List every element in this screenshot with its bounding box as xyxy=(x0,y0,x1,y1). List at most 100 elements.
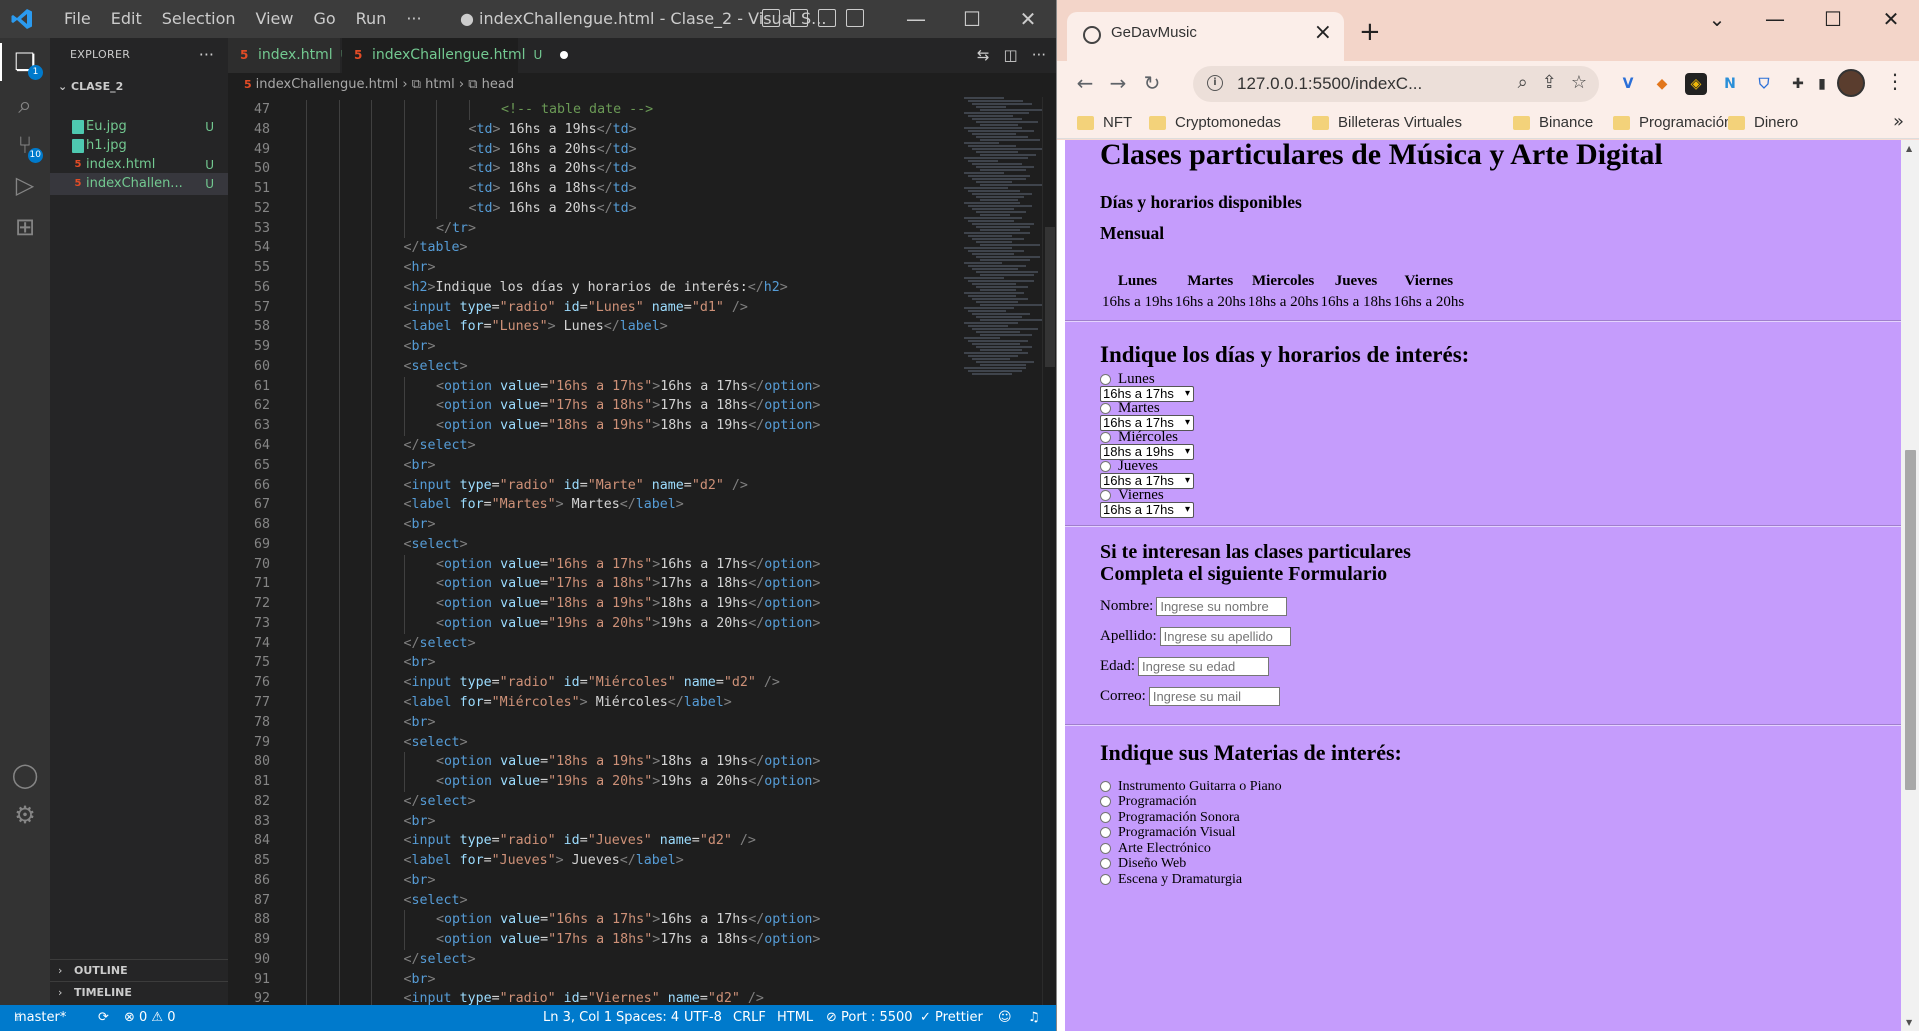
radio-button[interactable] xyxy=(1100,403,1111,415)
settings-gear-icon[interactable]: ⚙ xyxy=(11,801,39,829)
address-bar[interactable]: i 127.0.0.1:5500/indexC... ⌕ ⇪ ☆ xyxy=(1193,66,1599,102)
run-debug-icon[interactable]: ▷ xyxy=(11,171,39,199)
code-line[interactable]: 82 </select> xyxy=(228,791,968,812)
account-icon[interactable]: ◯ xyxy=(11,761,39,789)
customize-layout-icon[interactable] xyxy=(846,9,864,27)
code-line[interactable]: 48 <td> 16hs a 19hs</td> xyxy=(228,119,968,140)
subject-option[interactable]: Escena y Dramaturgia xyxy=(1094,871,1242,889)
radio-button[interactable] xyxy=(1100,827,1111,839)
metamask-fox-icon[interactable]: ◆ xyxy=(1651,73,1673,95)
source-control-icon[interactable]: ⑂ 10 xyxy=(11,131,43,163)
code-line[interactable]: 90 </select> xyxy=(228,949,968,970)
extensions-icon[interactable]: ⊞ xyxy=(11,213,39,241)
extensions-puzzle-icon[interactable]: ✚ xyxy=(1787,73,1809,95)
share-icon[interactable]: ⇪ xyxy=(1542,72,1557,93)
notifications-bell-icon[interactable]: ♫ xyxy=(1028,1005,1040,1031)
scroll-up-icon[interactable]: ▲ xyxy=(1906,144,1912,153)
code-line[interactable]: 53 </tr> xyxy=(228,218,968,239)
code-line[interactable]: 72 <option value="18hs a 19hs">18hs a 19h… xyxy=(228,594,968,614)
code-line[interactable]: 86 <br> xyxy=(228,870,968,891)
tab-index-html[interactable]: 5index.htmlU xyxy=(228,38,349,73)
radio-button[interactable] xyxy=(1100,812,1111,824)
apellido-input[interactable]: Ingrese su apellido xyxy=(1159,627,1291,646)
code-line[interactable]: 75 <br> xyxy=(228,653,968,674)
radio-button[interactable] xyxy=(1100,374,1111,386)
language-mode[interactable]: HTML xyxy=(777,1005,813,1031)
code-line[interactable]: 71 <option value="17hs a 18hs">17hs a 18h… xyxy=(228,574,968,595)
menu-selection[interactable]: Selection xyxy=(152,0,246,38)
radio-button[interactable] xyxy=(1100,796,1111,808)
code-line[interactable]: 81 <option value="19hs a 20hs">19hs a 20h… xyxy=(228,772,968,792)
forward-arrow-icon[interactable]: → xyxy=(1105,71,1131,95)
code-line[interactable]: 51 <td> 16hs a 18hs</td> xyxy=(228,179,968,199)
code-line[interactable]: 88 <option value="16hs a 17hs">16hs a 17h… xyxy=(228,910,968,931)
minimap[interactable] xyxy=(960,97,1050,467)
code-line[interactable]: 74 </select> xyxy=(228,633,968,654)
folder-clase2[interactable]: ⌄ CLASE_2 xyxy=(50,76,228,98)
code-line[interactable]: 70 <option value="16hs a 17hs">16hs a 17h… xyxy=(228,554,968,575)
code-line[interactable]: 61 <option value="16hs a 17hs">16hs a 17h… xyxy=(228,376,968,397)
code-line[interactable]: 54 </table> xyxy=(228,238,968,259)
breadcrumb-html[interactable]: html xyxy=(425,77,455,92)
code-line[interactable]: 49 <td> 16hs a 20hs</td> xyxy=(228,139,968,160)
bookmark-folder-nft[interactable]: NFT xyxy=(1077,107,1132,139)
code-line[interactable]: 73 <option value="19hs a 20hs">19hs a 20h… xyxy=(228,613,968,634)
menu-view[interactable]: View xyxy=(246,0,304,38)
compare-changes-icon[interactable]: ⇆ xyxy=(977,38,990,73)
code-line[interactable]: 84 <input type="radio" id="Jueves" name="… xyxy=(228,831,968,852)
code-line[interactable]: 66 <input type="radio" id="Marte" name="d… xyxy=(228,475,968,496)
minimize-icon[interactable]: — xyxy=(1746,0,1804,38)
menu-more[interactable]: ··· xyxy=(396,0,431,38)
radio-button[interactable] xyxy=(1100,858,1111,870)
maximize-icon[interactable]: ☐ xyxy=(944,0,1000,38)
breadcrumb-file[interactable]: indexChallengue.html xyxy=(256,77,399,92)
close-icon[interactable]: ✕ xyxy=(1862,0,1919,38)
scroll-down-icon[interactable]: ▼ xyxy=(1906,1018,1912,1027)
split-editor-icon[interactable]: ◫ xyxy=(1004,38,1018,73)
code-line[interactable]: 52 <td> 16hs a 20hs</td> xyxy=(228,198,968,219)
tab-search-chevron-icon[interactable]: ⌄ xyxy=(1688,0,1746,38)
code-line[interactable]: 68 <br> xyxy=(228,515,968,535)
page-scrollbar[interactable]: ▲ ▼ xyxy=(1901,140,1919,1031)
code-line[interactable]: 60 <select> xyxy=(228,356,968,377)
toggle-panel-icon[interactable] xyxy=(790,9,808,27)
search-icon[interactable]: ⌕ xyxy=(11,91,39,119)
radio-button[interactable] xyxy=(1100,874,1111,886)
editor-scroll-thumb[interactable] xyxy=(1045,227,1055,367)
extension-v-icon[interactable]: V xyxy=(1617,73,1639,95)
maximize-icon[interactable]: ☐ xyxy=(1804,0,1862,38)
code-editor[interactable]: 47 <!-- table date --> 48 <td> 16hs a 19hs<… xyxy=(228,97,1056,1005)
menu-file[interactable]: File xyxy=(54,0,101,38)
line-ending[interactable]: CRLF xyxy=(733,1005,766,1031)
code-line[interactable]: 59 <br> xyxy=(228,337,968,357)
radio-button[interactable] xyxy=(1100,781,1111,793)
bookmark-folder-binance[interactable]: Binance xyxy=(1513,107,1593,139)
more-actions-icon[interactable]: ··· xyxy=(1032,38,1046,73)
radio-button[interactable] xyxy=(1100,432,1111,444)
code-line[interactable]: 56 <h2>Indique los días y horarios de int… xyxy=(228,277,968,298)
bookmark-folder-billeteras[interactable]: Billeteras Virtuales xyxy=(1312,107,1462,139)
zoom-icon[interactable]: ⌕ xyxy=(1518,72,1528,93)
code-line[interactable]: 69 <select> xyxy=(228,534,968,555)
code-line[interactable]: 83 <br> xyxy=(228,811,968,832)
cursor-position[interactable]: Ln 3, Col 1 xyxy=(543,1005,612,1031)
code-line[interactable]: 62 <option value="17hs a 18hs">17hs a 18h… xyxy=(228,396,968,417)
code-line[interactable]: 91 <br> xyxy=(228,969,968,990)
code-line[interactable]: 89 <option value="17hs a 18hs">17hs a 18h… xyxy=(228,930,968,950)
code-line[interactable]: 85 <label for="Jueves"> Jueves</label> xyxy=(228,851,968,871)
edad-input[interactable]: Ingrese su edad xyxy=(1138,657,1269,676)
menu-edit[interactable]: Edit xyxy=(101,0,152,38)
code-line[interactable]: 47 <!-- table date --> xyxy=(228,100,968,120)
problems-status[interactable]: ⊗ 0 ⚠ 0 xyxy=(124,1005,176,1031)
time-select-viernes[interactable]: 16hs a 17hs ▾ xyxy=(1100,502,1194,518)
site-info-icon[interactable]: i xyxy=(1207,75,1223,91)
encoding[interactable]: UTF-8 xyxy=(684,1005,722,1031)
code-line[interactable]: 67 <label for="Martes"> Martes</label> xyxy=(228,495,968,516)
reload-icon[interactable]: ↻ xyxy=(1139,71,1165,95)
code-line[interactable]: 76 <input type="radio" id="Miércoles" nam… xyxy=(228,673,968,693)
code-line[interactable]: 58 <label for="Lunes"> Lunes</label> xyxy=(228,317,968,338)
chrome-menu-icon[interactable]: ⋮ xyxy=(1885,69,1905,93)
code-line[interactable]: 63 <option value="18hs a 19hs">18hs a 19h… xyxy=(228,416,968,437)
nombre-input[interactable]: Ingrese su nombre xyxy=(1156,597,1288,616)
breadcrumb-head[interactable]: head xyxy=(482,77,514,92)
